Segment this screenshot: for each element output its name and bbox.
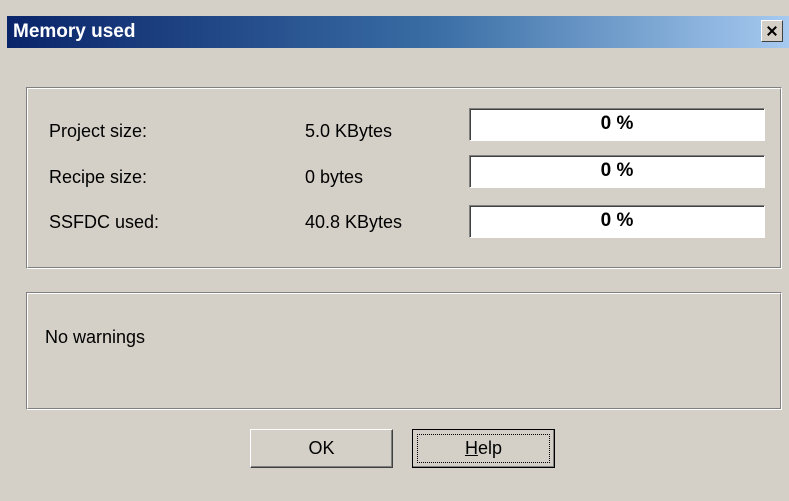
project-size-progress: 0 %: [469, 108, 765, 141]
ssfdc-used-percent: 0 %: [600, 210, 634, 231]
recipe-size-value: 0 bytes: [305, 167, 364, 187]
focus-rectangle: [417, 434, 550, 463]
ok-button[interactable]: OK: [250, 429, 393, 468]
recipe-size-label: Recipe size:: [49, 167, 148, 187]
warnings-text: No warnings: [45, 327, 146, 347]
title-bar[interactable]: Memory used: [7, 16, 789, 48]
ssfdc-used-progress: 0 %: [469, 205, 765, 238]
memory-usage-group: Project size: 5.0 KBytes 0 % Recipe size…: [26, 87, 782, 269]
ssfdc-used-label: SSFDC used:: [49, 212, 160, 232]
project-size-percent: 0 %: [600, 113, 634, 134]
recipe-size-progress: 0 %: [469, 155, 765, 188]
memory-used-dialog: Memory used Project size: 5.0 KBytes 0 %…: [0, 0, 789, 501]
ssfdc-used-value: 40.8 KBytes: [305, 212, 403, 232]
help-button[interactable]: Help: [412, 429, 555, 468]
warnings-group: No warnings: [26, 292, 782, 410]
recipe-size-percent: 0 %: [600, 160, 634, 181]
close-icon[interactable]: [761, 20, 783, 42]
window-title: Memory used: [13, 21, 136, 42]
project-size-label: Project size:: [49, 121, 148, 141]
project-size-value: 5.0 KBytes: [305, 121, 393, 141]
